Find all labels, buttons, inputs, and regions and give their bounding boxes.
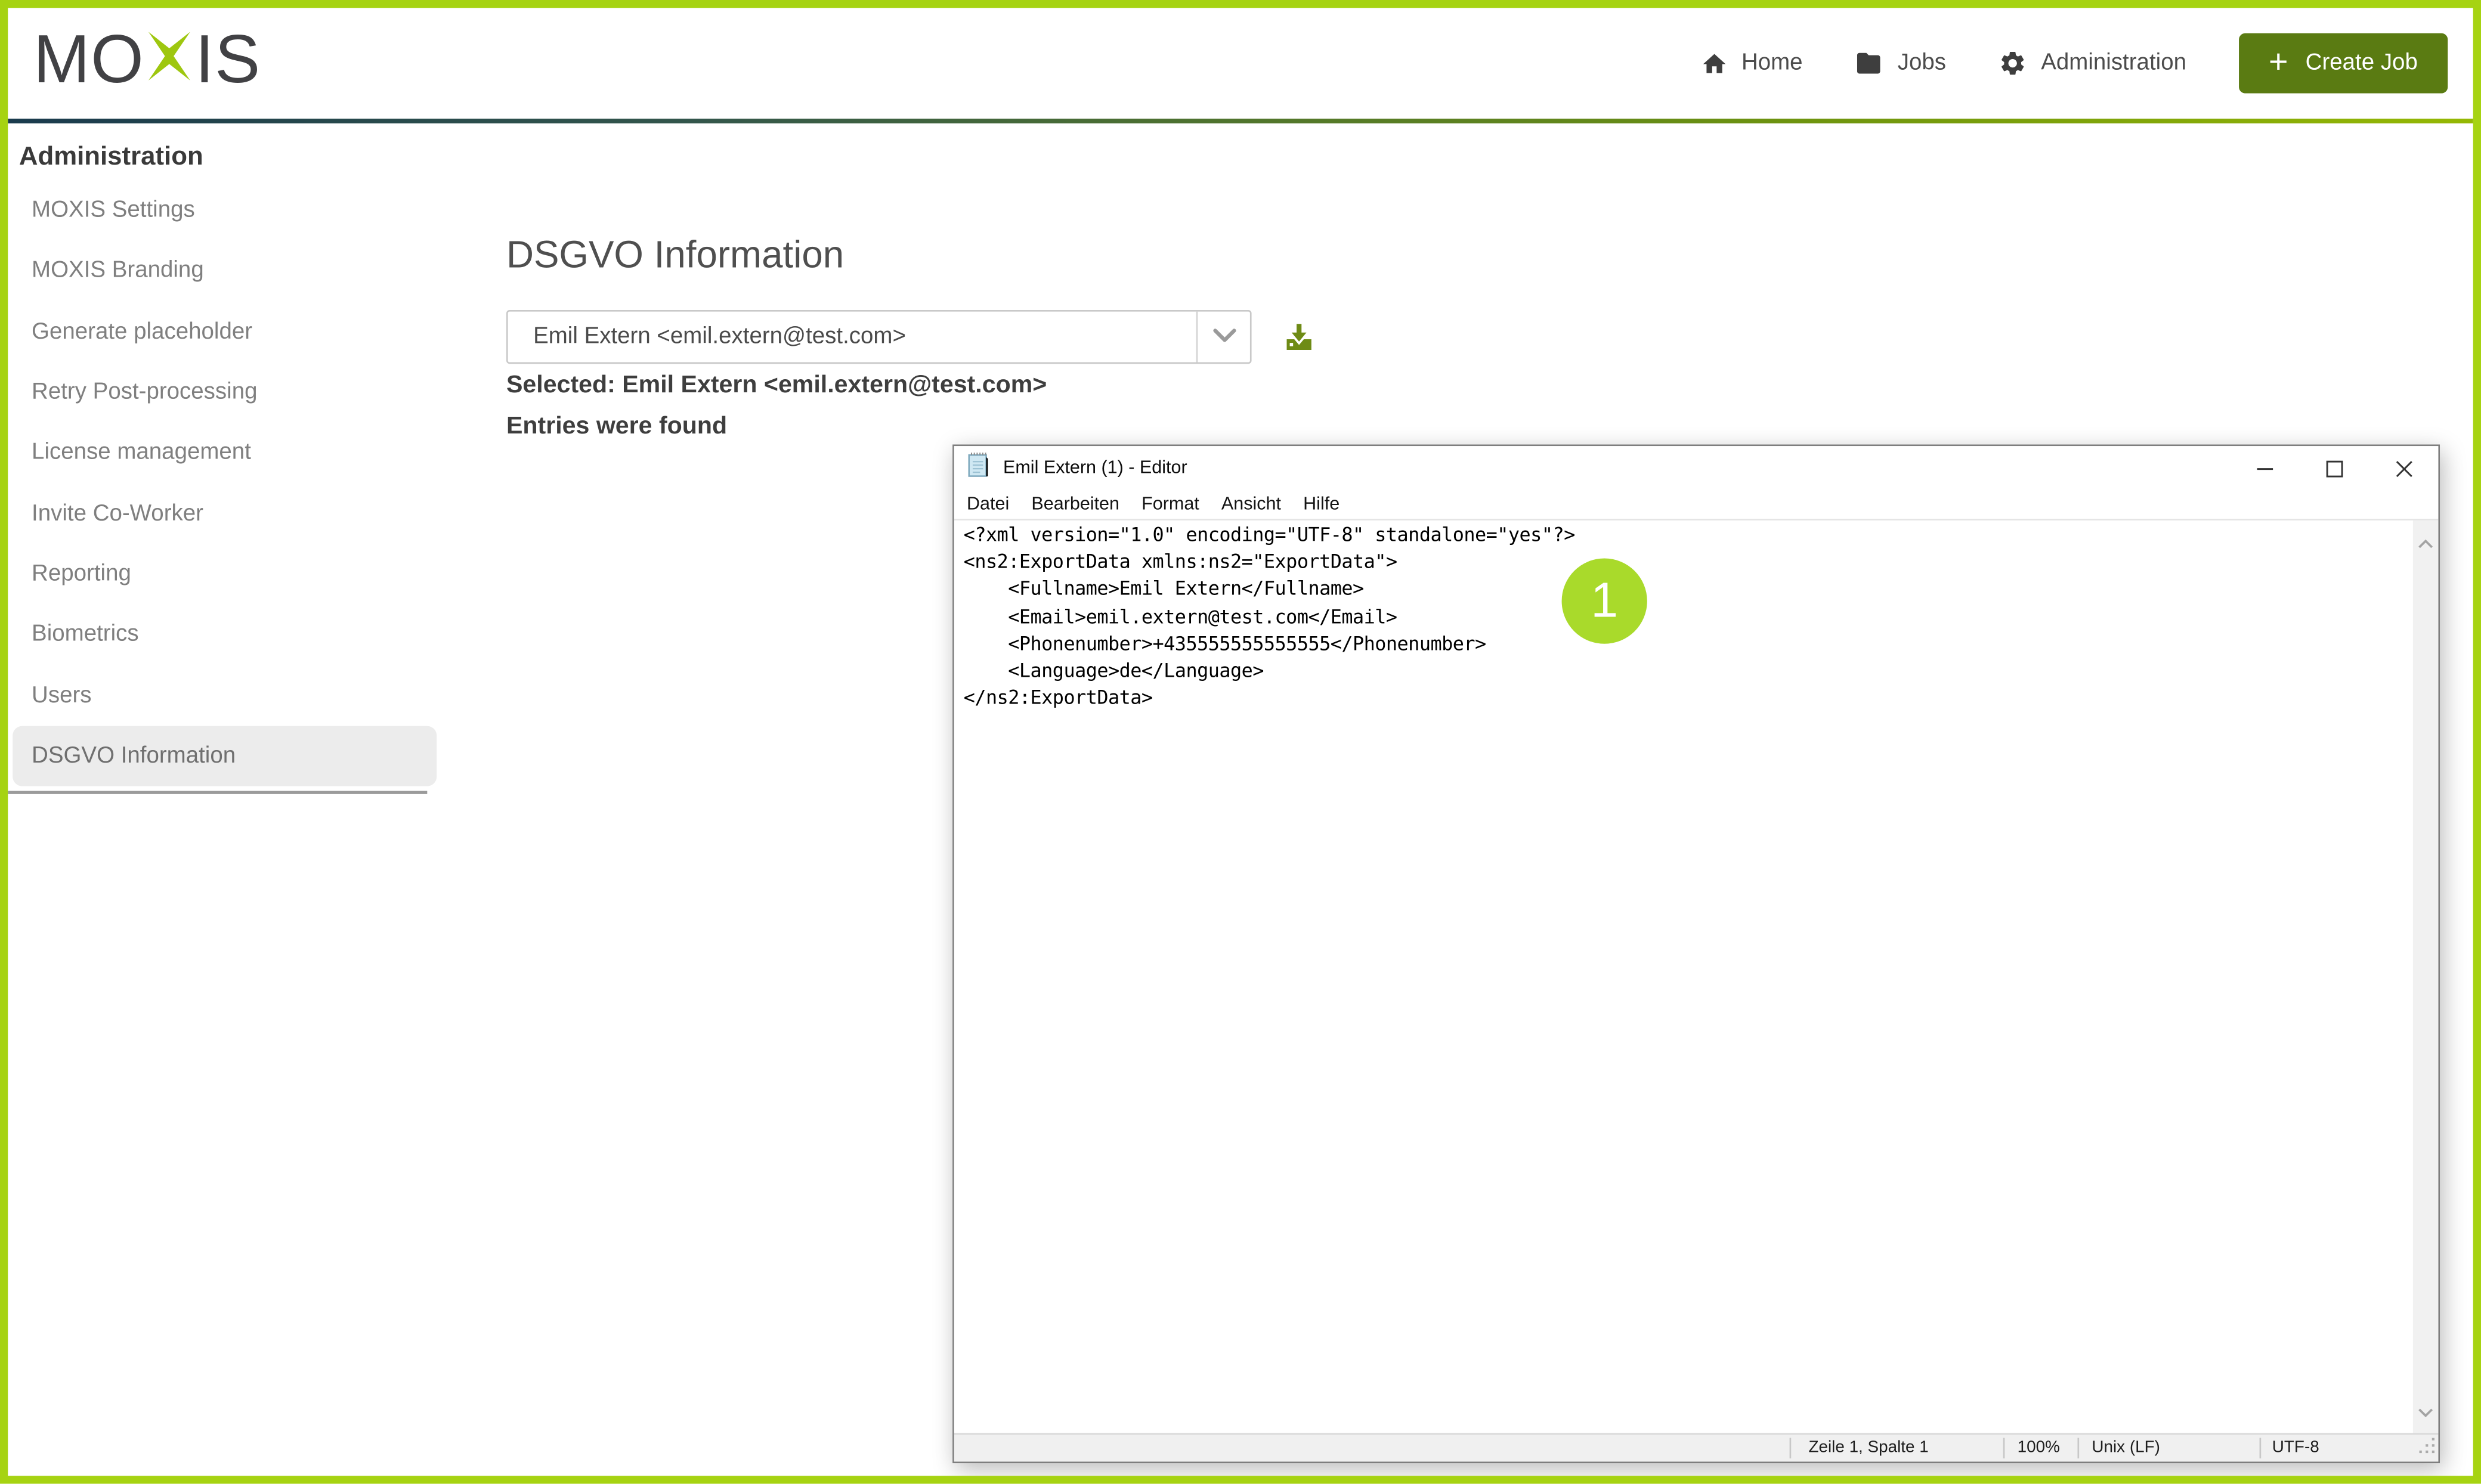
header-divider: [8, 119, 2473, 123]
annotation-badge-1: 1: [1562, 559, 1647, 644]
nav-label-administration: Administration: [2041, 51, 2186, 76]
menu-ansicht[interactable]: Ansicht: [1210, 495, 1292, 514]
scroll-up-icon[interactable]: [2418, 528, 2434, 557]
notepad-app-icon: [967, 451, 991, 485]
resize-grip[interactable]: [2420, 1438, 2436, 1458]
badge-number: 1: [1591, 572, 1618, 630]
home-icon: [1700, 50, 1727, 77]
close-button[interactable]: [2369, 446, 2439, 490]
sidebar-item-invite-coworker[interactable]: Invite Co-Worker: [8, 483, 470, 544]
sidebar-selected-underline: [8, 791, 427, 795]
sidebar-item-dsgvo-information[interactable]: DSGVO Information: [13, 726, 437, 786]
statusbar-separator: [2260, 1438, 2262, 1458]
statusbar-separator: [2003, 1438, 2005, 1458]
menu-format[interactable]: Format: [1131, 495, 1211, 514]
main-nav: Home Jobs Administration + Create Job: [1700, 8, 2448, 119]
chevron-down-icon: [1211, 323, 1236, 351]
download-button[interactable]: [1282, 320, 1316, 354]
notepad-statusbar: Zeile 1, Spalte 1 100% Unix (LF) UTF-8: [954, 1433, 2439, 1462]
statusbar-separator: [1790, 1438, 1792, 1458]
statusbar-line-ending: Unix (LF): [2092, 1435, 2160, 1460]
create-job-label: Create Job: [2306, 51, 2418, 76]
statusbar-separator: [2077, 1438, 2079, 1458]
sidebar-title: Administration: [19, 142, 470, 172]
person-select-dropdown[interactable]: Emil Extern <emil.extern@test.com>: [506, 310, 1252, 364]
sidebar-item-retry-postprocessing[interactable]: Retry Post-processing: [8, 362, 470, 423]
nav-label-home: Home: [1741, 51, 1803, 76]
nav-item-jobs[interactable]: Jobs: [1855, 51, 1946, 76]
page-title: DSGVO Information: [506, 234, 844, 278]
sidebar-item-license-management[interactable]: License management: [8, 423, 470, 484]
logo-text-left: MO: [33, 27, 144, 95]
logo-text-right: IS: [195, 27, 261, 95]
selected-entry-text: Selected: Emil Extern <emil.extern@test.…: [506, 371, 1047, 400]
menu-hilfe[interactable]: Hilfe: [1292, 495, 1351, 514]
sidebar-item-users[interactable]: Users: [8, 665, 470, 726]
download-icon: [1282, 335, 1316, 359]
vertical-scrollbar[interactable]: [2413, 521, 2438, 1433]
maximize-button[interactable]: [2299, 446, 2369, 490]
admin-sidebar: Administration MOXIS Settings MOXIS Bran…: [8, 131, 470, 786]
sidebar-item-generate-placeholder[interactable]: Generate placeholder: [8, 302, 470, 363]
nav-item-administration[interactable]: Administration: [1999, 49, 2186, 78]
notepad-window: Emil Extern (1) - Editor Datei Bearbeite…: [952, 445, 2440, 1464]
notepad-body: <?xml version="1.0" encoding="UTF-8" sta…: [954, 521, 2439, 1433]
gear-icon: [1999, 49, 2027, 78]
statusbar-cursor-position: Zeile 1, Spalte 1: [1808, 1435, 1928, 1460]
logo-x-icon: [146, 27, 194, 95]
statusbar-zoom-level: 100%: [2018, 1435, 2060, 1460]
top-header: MO IS Home Jobs Administration + Create J…: [8, 8, 2473, 119]
app-viewport: MO IS Home Jobs Administration + Create J…: [0, 0, 2481, 1484]
moxis-logo: MO IS: [33, 27, 261, 95]
notepad-titlebar[interactable]: Emil Extern (1) - Editor: [954, 446, 2439, 490]
menu-bearbeiten[interactable]: Bearbeiten: [1020, 495, 1131, 514]
menu-datei[interactable]: Datei: [955, 495, 1020, 514]
scroll-down-icon[interactable]: [2418, 1397, 2434, 1426]
sidebar-item-moxis-settings[interactable]: MOXIS Settings: [8, 180, 470, 241]
sidebar-item-moxis-branding[interactable]: MOXIS Branding: [8, 241, 470, 302]
entries-found-text: Entries were found: [506, 413, 727, 441]
nav-item-home[interactable]: Home: [1700, 50, 1803, 77]
dropdown-chevron-zone[interactable]: [1196, 312, 1250, 363]
plus-icon: +: [2269, 45, 2288, 79]
folder-icon: [1855, 51, 1883, 76]
nav-label-jobs: Jobs: [1898, 51, 1946, 76]
window-controls: [2229, 446, 2438, 490]
sidebar-item-biometrics[interactable]: Biometrics: [8, 605, 470, 665]
minimize-button[interactable]: [2229, 446, 2299, 490]
dropdown-selected-value: Emil Extern <emil.extern@test.com>: [508, 312, 1196, 363]
notepad-window-title: Emil Extern (1) - Editor: [1003, 458, 1187, 478]
notepad-text-area[interactable]: <?xml version="1.0" encoding="UTF-8" sta…: [954, 521, 2413, 1433]
notepad-menubar: Datei Bearbeiten Format Ansicht Hilfe: [954, 490, 2439, 520]
sidebar-list: MOXIS Settings MOXIS Branding Generate p…: [8, 180, 470, 786]
create-job-button[interactable]: + Create Job: [2239, 33, 2448, 94]
statusbar-encoding: UTF-8: [2272, 1435, 2319, 1460]
sidebar-item-reporting[interactable]: Reporting: [8, 544, 470, 605]
